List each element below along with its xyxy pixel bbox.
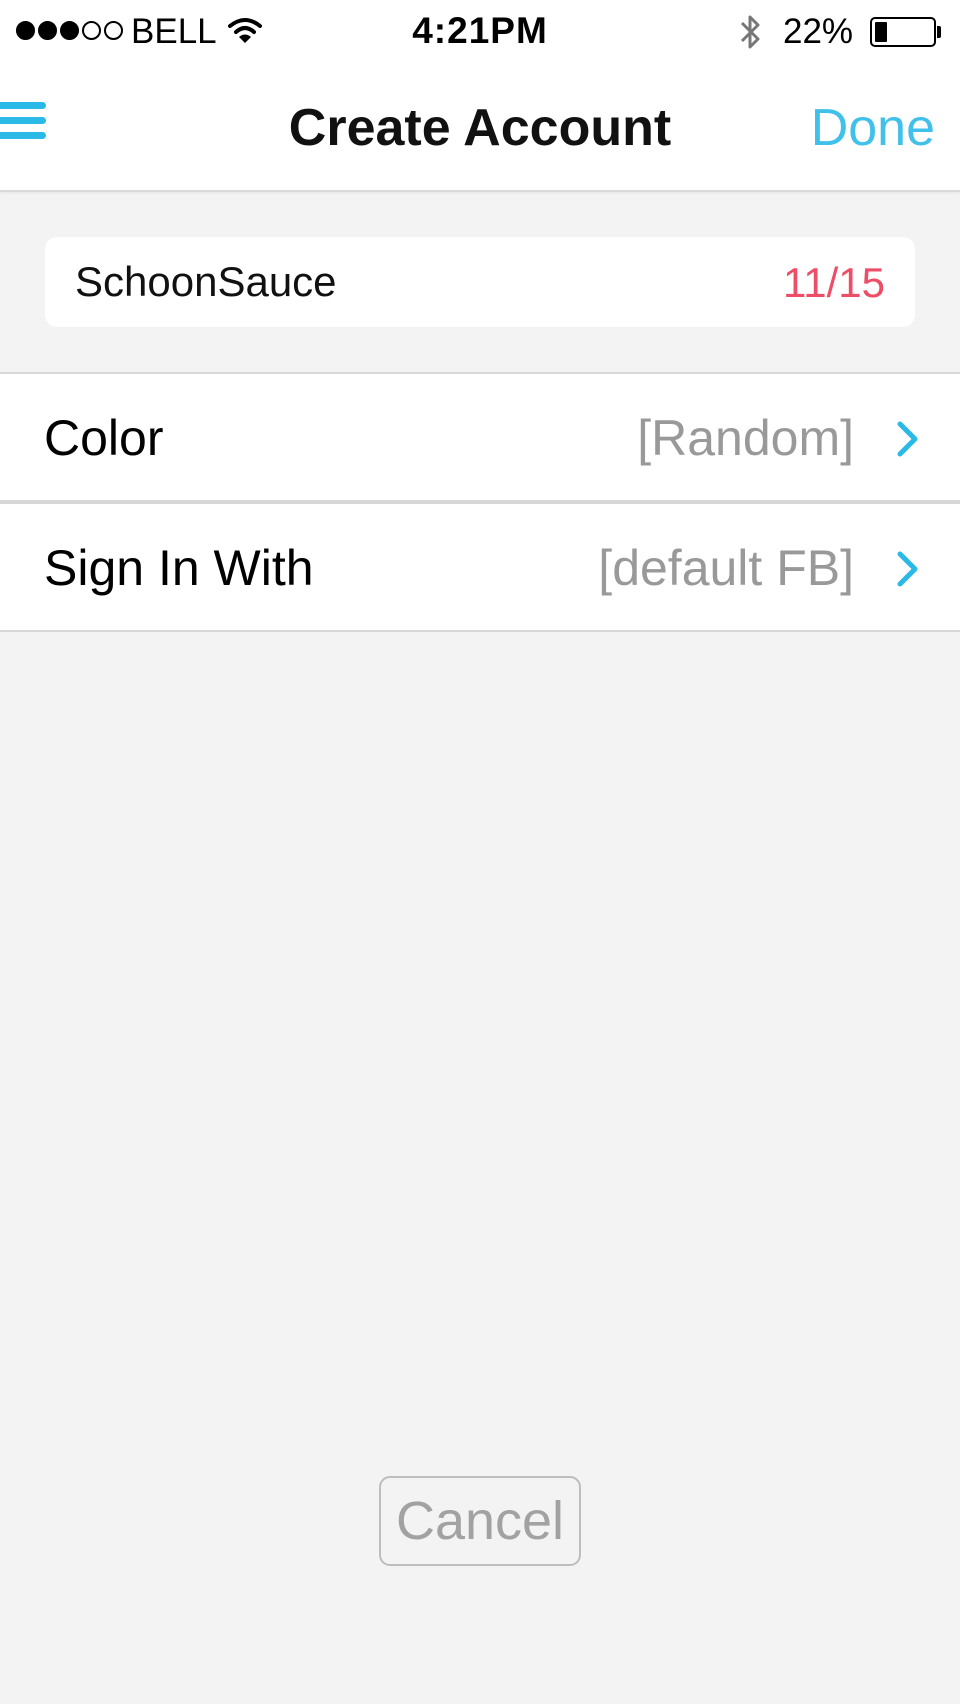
navigation-bar: Create Account Done [0, 62, 960, 192]
battery-percent: 22% [783, 12, 854, 51]
cancel-button[interactable]: Cancel [379, 1476, 581, 1566]
chevron-right-icon [896, 420, 920, 463]
battery-level-fill [875, 22, 887, 42]
chevron-right-icon [896, 550, 920, 593]
color-value: [Random] [637, 410, 854, 466]
character-counter: 11/15 [783, 259, 885, 306]
status-bar: BELL 4:21PM 22% [0, 0, 960, 62]
username-field[interactable]: 11/15 [45, 237, 915, 327]
color-label: Color [44, 410, 164, 466]
sign-in-with-row[interactable]: Sign In With [default FB] [0, 502, 960, 632]
sign-in-with-label: Sign In With [44, 540, 314, 596]
battery-icon [870, 17, 936, 47]
sign-in-with-value: [default FB] [598, 540, 854, 596]
create-account-screen: BELL 4:21PM 22% Create Account Done Scho… [0, 0, 960, 1704]
bluetooth-icon [735, 12, 765, 57]
color-row[interactable]: Color [Random] [0, 372, 960, 502]
done-button[interactable]: Done [811, 98, 935, 158]
battery-nub [937, 26, 941, 38]
username-input[interactable] [75, 237, 715, 327]
